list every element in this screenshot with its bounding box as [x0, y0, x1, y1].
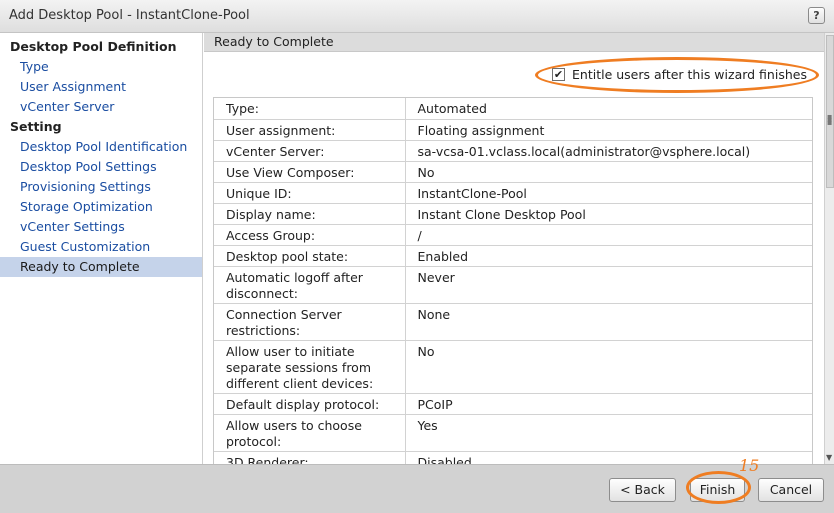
row-key: Allow user to initiate separate sessions… — [214, 340, 406, 394]
window-title: Add Desktop Pool - InstantClone-Pool — [9, 8, 250, 23]
sidebar-item-user-assignment[interactable]: User Assignment — [0, 77, 202, 97]
annotation-highlight-entitle — [535, 57, 819, 93]
table-row: Allow users to choose protocol: Yes — [214, 414, 812, 452]
table-row: vCenter Server: sa-vcsa-01.vclass.local(a… — [214, 140, 812, 162]
cancel-button[interactable]: Cancel — [758, 478, 824, 502]
wizard-steps-sidebar: Desktop Pool Definition Type User Assignme… — [0, 33, 203, 464]
row-value: No — [405, 340, 812, 394]
sidebar-item-type[interactable]: Type — [0, 57, 202, 77]
row-value: None — [405, 303, 812, 341]
back-button[interactable]: < Back — [609, 478, 676, 502]
row-key: Desktop pool state: — [214, 245, 406, 267]
row-value: Yes — [405, 414, 812, 452]
row-key: Automatic logoff after disconnect: — [214, 266, 406, 304]
section-header: Ready to Complete — [204, 33, 824, 52]
row-key: 3D Renderer: — [214, 451, 406, 464]
annotation-highlight-finish — [686, 471, 751, 504]
sidebar-item-guest-customization[interactable]: Guest Customization — [0, 237, 202, 257]
row-key: Use View Composer: — [214, 161, 406, 183]
title-bar: Add Desktop Pool - InstantClone-Pool ? — [0, 0, 834, 33]
table-row: Allow user to initiate separate sessions… — [214, 340, 812, 394]
row-key: Unique ID: — [214, 182, 406, 204]
row-key: Default display protocol: — [214, 393, 406, 415]
table-row: Access Group: / — [214, 224, 812, 246]
sidebar-item-ready-to-complete[interactable]: Ready to Complete — [0, 257, 202, 277]
row-value: InstantClone-Pool — [405, 182, 812, 204]
table-row: Display name: Instant Clone Desktop Pool — [214, 203, 812, 225]
row-key: Display name: — [214, 203, 406, 225]
table-row: User assignment: Floating assignment — [214, 119, 812, 141]
table-row: 3D Renderer: Disabled — [214, 451, 812, 464]
row-value: No — [405, 161, 812, 183]
annotation-step-number: 15 — [739, 456, 760, 475]
table-row: Connection Server restrictions: None — [214, 303, 812, 341]
row-value: sa-vcsa-01.vclass.local(administrator@vs… — [405, 140, 812, 162]
row-key: Access Group: — [214, 224, 406, 246]
table-row: Automatic logoff after disconnect: Never — [214, 266, 812, 304]
scrollbar-grip-icon: ▪ ▪ ▪ — [827, 112, 833, 127]
row-key: Type: — [214, 98, 406, 120]
sidebar-item-provisioning-settings[interactable]: Provisioning Settings — [0, 177, 202, 197]
row-key: Allow users to choose protocol: — [214, 414, 406, 452]
sidebar-heading: Setting — [10, 119, 62, 134]
table-row: Type: Automated — [214, 98, 812, 120]
sidebar-item-vcenter-server[interactable]: vCenter Server — [0, 97, 202, 117]
help-button[interactable]: ? — [808, 7, 825, 24]
row-value: Automated — [405, 98, 812, 120]
sidebar-item-desktop-pool-identification[interactable]: Desktop Pool Identification — [0, 137, 202, 157]
row-key: User assignment: — [214, 119, 406, 141]
scroll-down-arrow-icon[interactable]: ▼ — [826, 453, 832, 462]
summary-table: Type: Automated User assignment: Floating a… — [213, 97, 813, 464]
sidebar-item-vcenter-settings[interactable]: vCenter Settings — [0, 217, 202, 237]
row-value: Enabled — [405, 245, 812, 267]
row-value: PCoIP — [405, 393, 812, 415]
table-row: Unique ID: InstantClone-Pool — [214, 182, 812, 204]
table-row: Use View Composer: No — [214, 161, 812, 183]
main-panel: Ready to Complete ✔ Entitle users after … — [204, 33, 824, 464]
row-value: Floating assignment — [405, 119, 812, 141]
sidebar-item-desktop-pool-settings[interactable]: Desktop Pool Settings — [0, 157, 202, 177]
row-value: / — [405, 224, 812, 246]
row-key: vCenter Server: — [214, 140, 406, 162]
table-row: Desktop pool state: Enabled — [214, 245, 812, 267]
table-row: Default display protocol: PCoIP — [214, 393, 812, 415]
sidebar-item-storage-optimization[interactable]: Storage Optimization — [0, 197, 202, 217]
row-value: Instant Clone Desktop Pool — [405, 203, 812, 225]
row-value: Never — [405, 266, 812, 304]
sidebar-heading: Desktop Pool Definition — [10, 39, 177, 54]
vertical-scrollbar[interactable]: ▪ ▪ ▪ ▼ — [824, 33, 834, 464]
row-key: Connection Server restrictions: — [214, 303, 406, 341]
